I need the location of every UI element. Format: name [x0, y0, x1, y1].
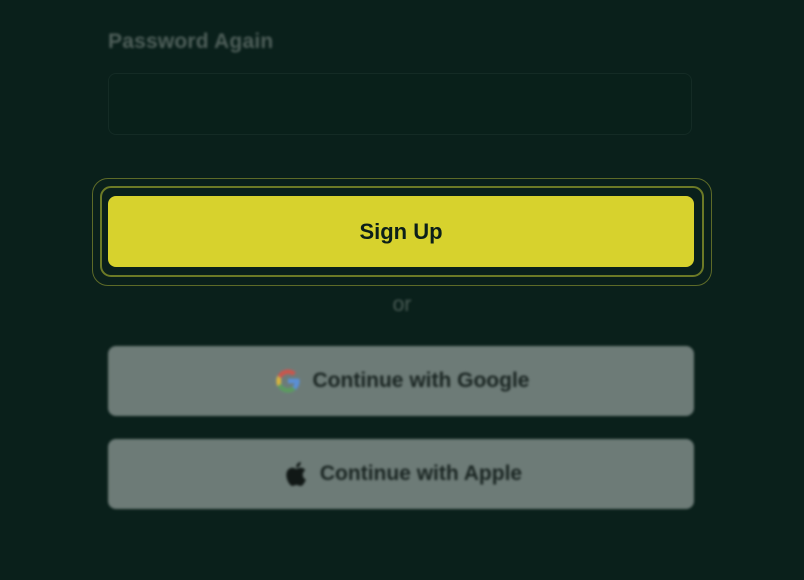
google-logo-icon [273, 366, 303, 396]
password-again-field[interactable] [108, 73, 692, 135]
google-button-label: Continue with Google [312, 369, 530, 392]
apple-button-label: Continue with Apple [319, 462, 523, 485]
continue-with-apple-button[interactable]: Continue with Apple [108, 439, 694, 509]
or-divider: or [392, 293, 412, 316]
signup-button[interactable]: Sign Up [108, 196, 694, 267]
signup-button-label: Sign Up [359, 218, 443, 244]
signup-form: Password Again Sign Up or Continue with … [0, 0, 804, 580]
apple-logo-icon [280, 459, 310, 489]
password-again-label: Password Again [108, 30, 274, 53]
continue-with-google-button[interactable]: Continue with Google [108, 346, 694, 416]
